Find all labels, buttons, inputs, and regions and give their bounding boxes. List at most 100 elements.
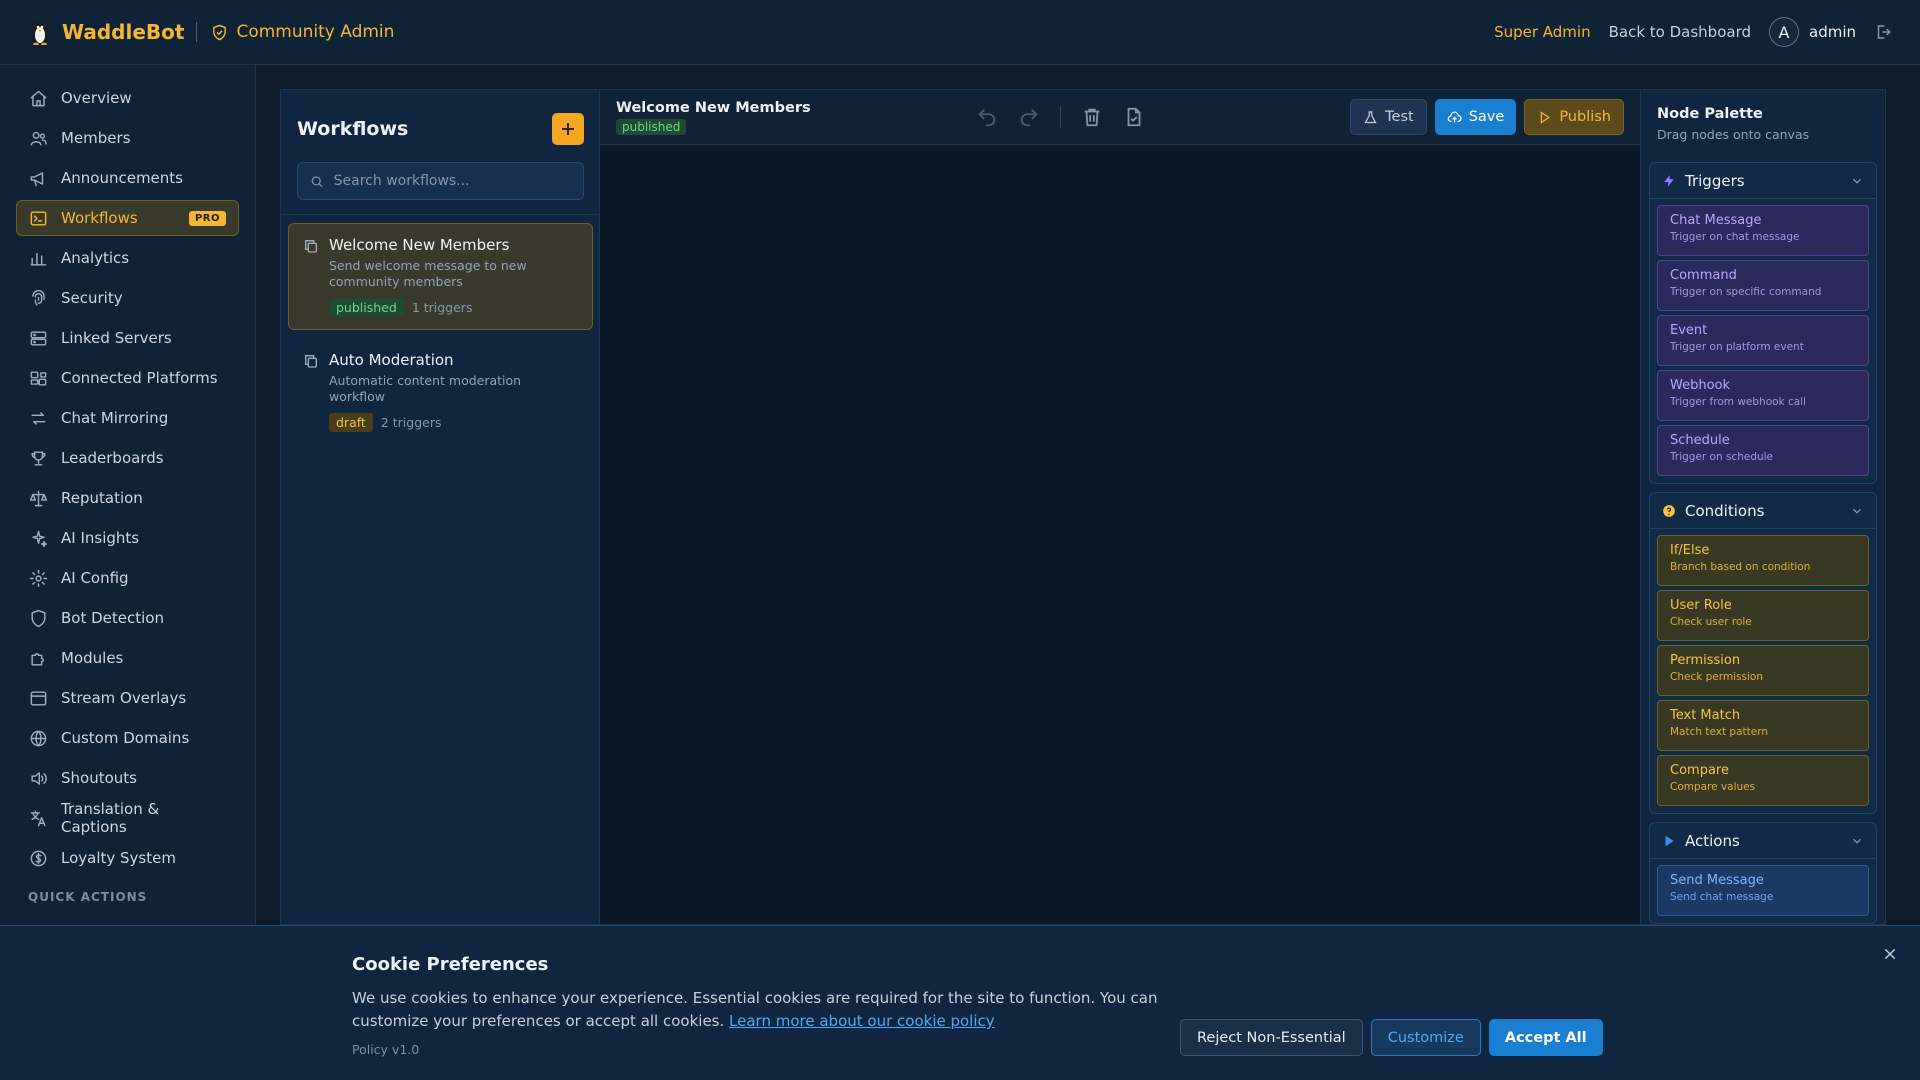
node-name: Event [1670, 323, 1708, 338]
node-name: Send Message [1670, 873, 1764, 888]
node-description: Branch based on condition [1670, 561, 1811, 573]
sidebar-item-bot-detection[interactable]: Bot Detection [16, 600, 239, 636]
sidebar-item-label: Leaderboards [61, 449, 164, 467]
palette-node-compare[interactable]: Compare Compare values [1657, 755, 1869, 806]
sidebar-item-linked-servers[interactable]: Linked Servers [16, 320, 239, 356]
sidebar-item-workflows[interactable]: Workflows PRO [16, 200, 239, 236]
sidebar-item-connected-platforms[interactable]: Connected Platforms [16, 360, 239, 396]
conditions-label: Conditions [1685, 501, 1765, 520]
test-button[interactable]: Test [1350, 99, 1427, 135]
close-icon[interactable] [1882, 946, 1898, 962]
dollar-icon [30, 850, 47, 866]
palette-group-actions: Actions Send Message Send chat message [1649, 822, 1877, 924]
palette-node-send-message[interactable]: Send Message Send chat message [1657, 865, 1869, 916]
sidebar-item-members[interactable]: Members [16, 120, 239, 156]
workflow-list-item[interactable]: Auto Moderation Automatic content moderat… [288, 338, 593, 445]
sidebar-item-label: Translation & Captions [61, 800, 160, 836]
palette-node-permission[interactable]: Permission Check permission [1657, 645, 1869, 696]
cloud-upload-icon [1447, 111, 1462, 122]
palette-node-event[interactable]: Event Trigger on platform event [1657, 315, 1869, 366]
canvas-drop-area[interactable] [600, 145, 1640, 925]
shield-check-icon [213, 24, 227, 40]
workflow-list-item[interactable]: Welcome New Members Send welcome message … [288, 223, 593, 330]
speaker-icon [31, 771, 47, 785]
avatar[interactable]: A [1769, 17, 1799, 47]
workflow-canvas-area: Welcome New Members published Test Save … [599, 89, 1641, 925]
sidebar-item-custom-domains[interactable]: Custom Domains [16, 720, 239, 756]
status-badge: published [329, 298, 404, 317]
sidebar-item-overview[interactable]: Overview [16, 80, 239, 116]
palette-node-text-match[interactable]: Text Match Match text pattern [1657, 700, 1869, 751]
palette-node-if-else[interactable]: If/Else Branch based on condition [1657, 535, 1869, 586]
test-button-label: Test [1385, 109, 1414, 125]
back-to-dashboard-link[interactable]: Back to Dashboard [1609, 23, 1751, 41]
sidebar-item-chat-mirroring[interactable]: Chat Mirroring [16, 400, 239, 436]
save-button[interactable]: Save [1434, 99, 1517, 135]
sidebar-item-leaderboards[interactable]: Leaderboards [16, 440, 239, 476]
super-admin-link[interactable]: Super Admin [1494, 23, 1591, 41]
sidebar-item-analytics[interactable]: Analytics [16, 240, 239, 276]
cookie-policy-link[interactable]: Learn more about our cookie policy [729, 1012, 995, 1030]
node-palette: Node Palette Drag nodes onto canvas Trig… [1641, 89, 1886, 925]
sidebar-item-label: Announcements [61, 169, 183, 187]
conditions-header[interactable]: Conditions [1650, 493, 1876, 529]
sidebar-item-security[interactable]: Security [16, 280, 239, 316]
top-bar: WaddleBot Community Admin Super Admin Ba… [0, 0, 1920, 65]
search-input[interactable] [333, 173, 571, 189]
sidebar-item-reputation[interactable]: Reputation [16, 480, 239, 516]
sidebar-item-translation-captions[interactable]: Translation & Captions [16, 800, 239, 836]
sidebar-item-announcements[interactable]: Announcements [16, 160, 239, 196]
palette-node-webhook[interactable]: Webhook Trigger from webhook call [1657, 370, 1869, 421]
trash-icon[interactable] [1081, 106, 1103, 128]
sidebar-item-label: Security [61, 289, 123, 307]
flask-icon [1364, 110, 1377, 123]
sidebar-item-label: Custom Domains [61, 729, 190, 747]
node-description: Trigger on schedule [1670, 451, 1774, 463]
palette-node-user-role[interactable]: User Role Check user role [1657, 590, 1869, 641]
platforms-icon [30, 370, 47, 386]
toolbar-separator [1060, 106, 1061, 128]
sidebar-item-shoutouts[interactable]: Shoutouts [16, 760, 239, 796]
palette-node-schedule[interactable]: Schedule Trigger on schedule [1657, 425, 1869, 476]
palette-group-triggers: Triggers Chat Message Trigger on chat mes… [1649, 162, 1877, 484]
triggers-header[interactable]: Triggers [1650, 163, 1876, 199]
search-icon [311, 175, 323, 187]
workflow-copy-icon [305, 240, 317, 253]
redo-icon[interactable] [1018, 106, 1040, 128]
node-name: Command [1670, 268, 1737, 283]
reject-non-essential-button[interactable]: Reject Non-Essential [1180, 1019, 1363, 1056]
brand[interactable]: WaddleBot [28, 19, 184, 45]
sidebar-item-label: Linked Servers [61, 329, 172, 347]
validate-file-icon[interactable] [1123, 106, 1145, 128]
sidebar-item-loyalty-system[interactable]: Loyalty System [16, 840, 239, 876]
cookie-title: Cookie Preferences [352, 954, 549, 975]
puzzle-icon [31, 652, 44, 666]
actions-label: Actions [1685, 831, 1740, 850]
logout-icon[interactable] [1874, 23, 1892, 41]
node-description: Send chat message [1670, 891, 1774, 903]
actions-header[interactable]: Actions [1650, 823, 1876, 859]
penguin-logo-icon [32, 22, 48, 45]
publish-button[interactable]: Publish [1524, 99, 1624, 135]
sidebar-item-ai-config[interactable]: AI Config [16, 560, 239, 596]
sidebar-item-modules[interactable]: Modules [16, 640, 239, 676]
node-name: User Role [1670, 598, 1732, 613]
sidebar-item-label: AI Insights [61, 529, 140, 547]
community-admin-label: Community Admin [211, 22, 394, 42]
node-name: Chat Message [1670, 213, 1762, 228]
undo-icon[interactable] [976, 106, 998, 128]
cookie-banner: Cookie Preferences We use cookies to enh… [0, 925, 1920, 1080]
sidebar-item-stream-overlays[interactable]: Stream Overlays [16, 680, 239, 716]
sidebar-item-label: Analytics [61, 249, 130, 267]
customize-button[interactable]: Customize [1370, 1019, 1481, 1056]
sidebar-item-label: Chat Mirroring [61, 409, 169, 427]
sidebar-item-label: Shoutouts [61, 769, 137, 787]
sidebar-item-ai-insights[interactable]: AI Insights [16, 520, 239, 556]
node-name: Schedule [1670, 433, 1730, 448]
workflow-name: Auto Moderation [329, 351, 454, 369]
home-icon [30, 90, 47, 106]
palette-node-command[interactable]: Command Trigger on specific command [1657, 260, 1869, 311]
accept-all-button[interactable]: Accept All [1488, 1019, 1603, 1056]
palette-node-chat-message[interactable]: Chat Message Trigger on chat message [1657, 205, 1869, 256]
add-workflow-button[interactable] [552, 113, 584, 145]
